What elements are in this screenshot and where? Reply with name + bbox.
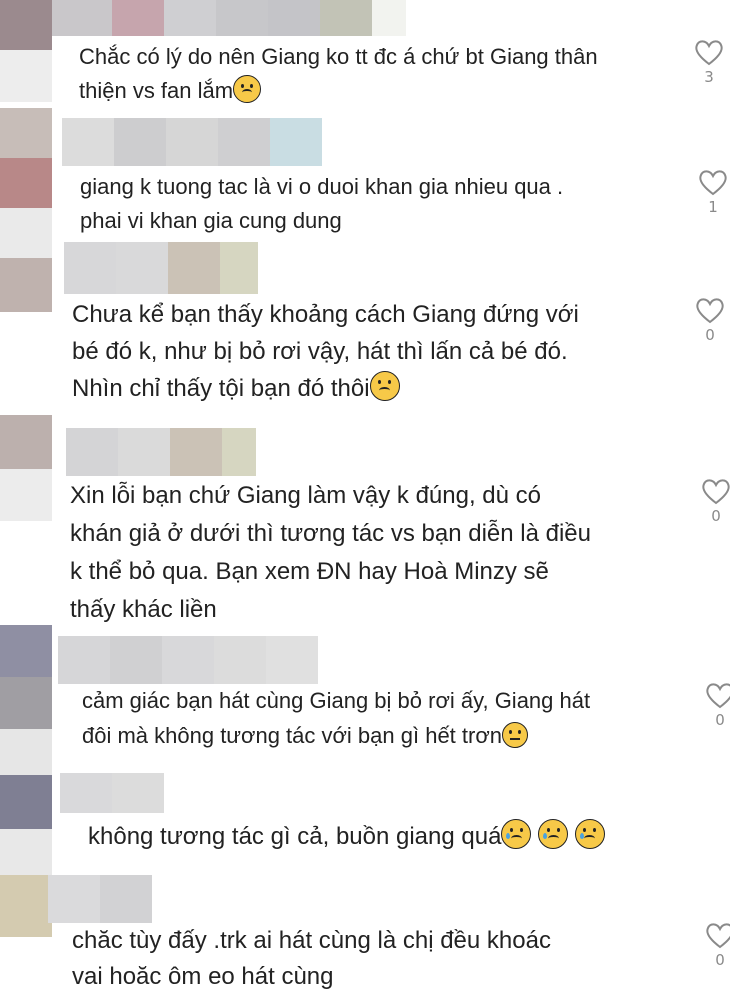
comment-text: không tương tác gì cả, buồn giang quá (88, 819, 605, 855)
comment-5: cảm giác bạn hát cùng Giang bị bỏ rơi ấy… (0, 625, 730, 775)
heart-outline-icon (699, 170, 727, 196)
like-count: 0 (715, 951, 725, 969)
like-count: 0 (715, 711, 725, 729)
avatar[interactable] (0, 0, 52, 102)
comment-text: giang k tuong tac là vi o duoi khan gia … (80, 174, 564, 233)
username-blurred[interactable] (58, 636, 318, 684)
sad-face-icon (233, 75, 262, 103)
avatar[interactable] (0, 875, 52, 937)
comment-3: Chưa kể bạn thấy khoảng cách Giang đứng … (0, 242, 730, 415)
like-button[interactable]: 0 (702, 921, 730, 969)
username-blurred[interactable] (62, 118, 322, 166)
comment-1: Chắc có lý do nên Giang ko tt đc á chứ b… (0, 0, 730, 108)
comment-text: Xin lỗi bạn chứ Giang làm vậy k đúng, dù… (70, 482, 591, 623)
crying-face-icon (501, 819, 532, 849)
like-count: 1 (708, 198, 718, 216)
crying-face-icon (538, 819, 569, 849)
avatar[interactable] (0, 258, 52, 312)
like-button[interactable]: 0 (698, 477, 730, 525)
avatar[interactable] (0, 625, 52, 775)
like-button[interactable]: 0 (702, 681, 730, 729)
like-count: 0 (705, 326, 715, 344)
username-blurred[interactable] (52, 0, 406, 36)
comment-text: chăc tùy đấy .trk ai hát cùng là chị đều… (72, 927, 551, 990)
like-button[interactable]: 1 (695, 168, 730, 216)
username-blurred[interactable] (48, 875, 152, 923)
neutral-face-icon (502, 722, 529, 748)
like-button[interactable]: 3 (691, 38, 727, 86)
username-blurred[interactable] (60, 773, 164, 813)
sad-face-icon (369, 371, 400, 401)
like-button[interactable]: 0 (692, 296, 728, 344)
avatar[interactable] (0, 108, 52, 258)
comment-text: Chắc có lý do nên Giang ko tt đc á chứ b… (79, 44, 598, 103)
comment-7: chăc tùy đấy .trk ai hát cùng là chị đều… (0, 875, 730, 990)
comment-2: giang k tuong tac là vi o duoi khan gia … (0, 108, 730, 258)
comment-6: không tương tác gì cả, buồn giang quá (0, 773, 730, 875)
comment-text: cảm giác bạn hát cùng Giang bị bỏ rơi ấy… (82, 688, 591, 748)
like-count: 0 (711, 507, 721, 525)
heart-outline-icon (695, 40, 723, 66)
comment-4: Xin lỗi bạn chứ Giang làm vậy k đúng, dù… (0, 415, 730, 625)
username-blurred[interactable] (64, 242, 258, 294)
crying-face-icon (574, 819, 605, 849)
heart-outline-icon (702, 479, 730, 505)
heart-outline-icon (696, 298, 724, 324)
username-blurred[interactable] (66, 428, 256, 476)
avatar[interactable] (0, 775, 52, 875)
avatar[interactable] (0, 415, 52, 521)
like-count: 3 (704, 68, 714, 86)
heart-outline-icon (706, 923, 730, 949)
comment-text: Chưa kể bạn thấy khoảng cách Giang đứng … (72, 301, 579, 402)
heart-outline-icon (706, 683, 730, 709)
